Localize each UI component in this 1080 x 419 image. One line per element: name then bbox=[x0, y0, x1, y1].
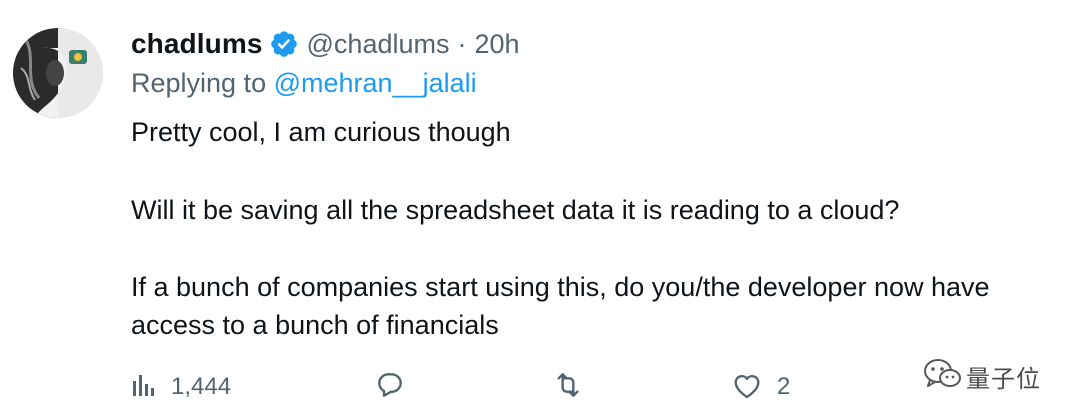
analytics-icon bbox=[131, 372, 157, 403]
tweet[interactable]: chadlums @chadlums · 20h Replying to @me… bbox=[0, 0, 1080, 419]
tweet-text-line-3a: If a bunch of companies start using this… bbox=[131, 272, 990, 302]
heart-icon bbox=[731, 370, 763, 405]
display-name[interactable]: chadlums bbox=[131, 28, 263, 60]
views-button[interactable]: 1,444 bbox=[131, 365, 231, 409]
watermark: 量子位 bbox=[922, 357, 1041, 396]
timestamp[interactable]: 20h bbox=[474, 29, 519, 60]
wechat-icon bbox=[922, 357, 962, 396]
retweet-button[interactable] bbox=[551, 365, 585, 409]
reply-button[interactable] bbox=[374, 365, 406, 409]
retweet-icon bbox=[551, 369, 585, 406]
verified-badge-icon bbox=[269, 29, 299, 59]
tweet-header: chadlums @chadlums · 20h bbox=[131, 24, 520, 64]
tweet-text-paragraph-3: If a bunch of companies start using this… bbox=[131, 268, 990, 344]
watermark-text: 量子位 bbox=[966, 365, 1041, 393]
tweet-text-line-2: Will it be saving all the spreadsheet da… bbox=[131, 195, 900, 225]
views-count: 1,444 bbox=[171, 373, 232, 400]
replying-to-label: Replying to bbox=[131, 68, 267, 98]
user-handle[interactable]: @chadlums bbox=[307, 29, 450, 60]
like-button[interactable]: 2 bbox=[731, 365, 790, 409]
tweet-text-line-3b: access to a bunch of financials bbox=[131, 310, 499, 340]
reply-icon bbox=[374, 369, 406, 406]
separator-dot: · bbox=[457, 28, 467, 59]
profile-avatar bbox=[13, 28, 103, 118]
avatar[interactable] bbox=[13, 28, 103, 118]
likes-count: 2 bbox=[777, 373, 791, 400]
replying-to: Replying to @mehran__jalali bbox=[131, 68, 477, 99]
mention-link[interactable]: @mehran__jalali bbox=[274, 68, 477, 98]
tweet-text-line-1: Pretty cool, I am curious though bbox=[131, 117, 511, 147]
